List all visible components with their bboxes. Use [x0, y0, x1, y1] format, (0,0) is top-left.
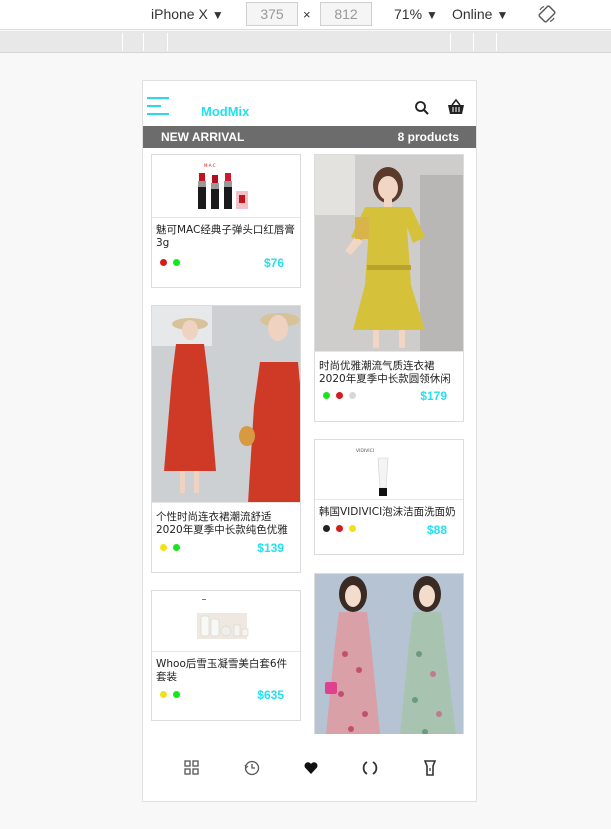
color-swatch-red[interactable] — [336, 525, 343, 532]
svg-text:M·A·C: M·A·C — [204, 163, 216, 168]
height-input[interactable]: 812 — [320, 2, 372, 26]
product-image — [152, 306, 300, 503]
color-swatches — [323, 392, 362, 400]
device-select[interactable]: iPhone X ▼ — [151, 6, 224, 22]
color-swatches — [160, 259, 186, 267]
rotate-icon[interactable] — [537, 4, 557, 24]
network-select[interactable]: Online ▼ — [452, 6, 508, 22]
basket-icon[interactable] — [446, 97, 466, 117]
product-card[interactable]: 个性时尚连衣裙潮流舒适2020年夏季中长款纯色优雅 $139 — [151, 305, 301, 573]
product-price: $88 — [426, 523, 447, 537]
product-card[interactable]: 时尚优雅潮流气质连衣裙2020年夏季中长款圆领休闲 $179 — [314, 154, 464, 422]
product-title: 个性时尚连衣裙潮流舒适2020年夏季中长款纯色优雅 — [156, 511, 288, 536]
cleanser-image: VIDIVICI — [356, 448, 389, 496]
grid-icon[interactable] — [183, 759, 201, 777]
product-image: M·A·C — [152, 155, 300, 218]
color-swatch-grey[interactable] — [349, 392, 356, 399]
brand-logo[interactable]: ModMix — [201, 104, 249, 119]
app-header: ModMix — [143, 81, 476, 126]
product-card[interactable]: VIDIVICI 韩国VIDIVICI泡沫洁面洗面奶 $88 — [314, 439, 464, 555]
menu-icon[interactable] — [147, 97, 169, 117]
product-price: $76 — [263, 256, 284, 270]
history-icon[interactable] — [243, 759, 261, 777]
refresh-icon[interactable] — [361, 759, 379, 777]
heart-icon[interactable] — [302, 759, 320, 777]
color-swatch-yellow[interactable] — [160, 691, 167, 698]
media-query-ruler — [0, 31, 611, 53]
product-price: $179 — [420, 389, 447, 403]
search-icon[interactable] — [414, 100, 430, 116]
width-input[interactable]: 375 — [246, 2, 298, 26]
color-swatch-green[interactable] — [323, 392, 330, 399]
whoo-set-image — [197, 599, 249, 639]
svg-text:VIDIVICI: VIDIVICI — [356, 448, 374, 454]
lipstick-image: M·A·C — [198, 163, 248, 209]
color-swatch-red[interactable] — [336, 392, 343, 399]
color-swatch-green[interactable] — [173, 259, 180, 266]
flashlight-icon[interactable] — [421, 759, 439, 777]
color-swatches — [323, 525, 362, 533]
color-swatch-yellow[interactable] — [349, 525, 356, 532]
color-swatch-yellow[interactable] — [160, 544, 167, 551]
color-swatches — [160, 544, 186, 552]
dimension-separator: × — [303, 7, 311, 22]
color-swatch-red[interactable] — [160, 259, 167, 266]
red-dress-image — [152, 306, 300, 502]
color-swatch-black[interactable] — [323, 525, 330, 532]
color-swatches — [160, 691, 186, 699]
zoom-select[interactable]: 71% ▼ — [394, 6, 438, 22]
product-count: 8 products — [397, 130, 459, 144]
product-title: 魅可MAC经典子弹头口红唇膏3g — [156, 224, 295, 249]
product-price: $139 — [257, 541, 284, 555]
new-arrival-bar: NEW ARRIVAL 8 products — [143, 126, 476, 148]
color-swatch-green[interactable] — [173, 544, 180, 551]
product-title: Whoo后雪玉凝雪美白套6件套装 — [156, 658, 288, 683]
product-image: VIDIVICI — [315, 440, 463, 500]
product-card[interactable]: Whoo后雪玉凝雪美白套6件套装 $635 — [151, 590, 301, 721]
product-title: 韩国VIDIVICI泡沫洁面洗面奶 — [319, 506, 456, 518]
yellow-dress-image — [315, 155, 463, 351]
product-title: 时尚优雅潮流气质连衣裙2020年夏季中长款圆领休闲 — [319, 360, 451, 385]
product-image — [152, 591, 300, 652]
product-card[interactable]: M·A·C 魅可MAC经典子弹头口红唇膏3g $76 — [151, 154, 301, 288]
section-title: NEW ARRIVAL — [161, 130, 245, 144]
product-image — [315, 155, 463, 352]
color-swatch-green[interactable] — [173, 691, 180, 698]
devtools-toolbar: iPhone X ▼ 375 × 812 71% ▼ Online ▼ — [0, 0, 611, 30]
mobile-viewport: ModMix NEW ARRIVAL 8 products M·A·C 魅可MA… — [142, 80, 477, 802]
product-price: $635 — [257, 688, 284, 702]
bottom-nav — [143, 734, 476, 801]
